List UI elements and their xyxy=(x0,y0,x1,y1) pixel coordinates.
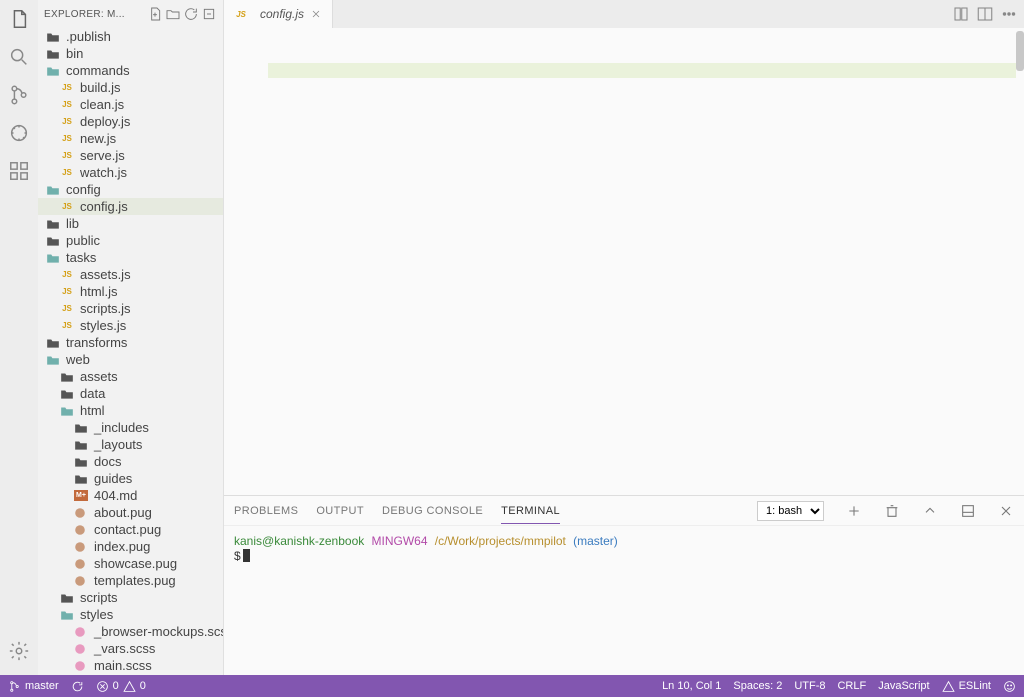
compare-changes-icon[interactable] xyxy=(952,5,970,23)
split-editor-icon[interactable] xyxy=(976,5,994,23)
tree-item-assets-js[interactable]: JSassets.js xyxy=(38,266,223,283)
explorer-header: EXPLORER: M... xyxy=(38,0,223,28)
terminal-cursor xyxy=(243,549,250,562)
tree-item-main-scss[interactable]: main.scss xyxy=(38,657,223,674)
tree-item-tasks[interactable]: tasks xyxy=(38,249,223,266)
tree-item-deploy-js[interactable]: JSdeploy.js xyxy=(38,113,223,130)
explorer-sidebar: EXPLORER: M... .publishbincommandsJSbuil… xyxy=(38,0,224,675)
tree-item--publish[interactable]: .publish xyxy=(38,28,223,45)
terminal-selector[interactable]: 1: bash xyxy=(757,501,824,521)
tab-output[interactable]: OUTPUT xyxy=(316,505,364,517)
new-file-icon[interactable] xyxy=(147,6,163,22)
tree-item-scripts[interactable]: scripts xyxy=(38,589,223,606)
tree-item-web[interactable]: web xyxy=(38,351,223,368)
warning-icon xyxy=(123,680,136,693)
line-gutter xyxy=(224,28,268,495)
panel-tabs: PROBLEMS OUTPUT DEBUG CONSOLE TERMINAL 1… xyxy=(224,496,1024,526)
editor-tabs: JS config.js xyxy=(224,0,1024,28)
files-icon[interactable] xyxy=(8,8,30,30)
tree-item-serve-js[interactable]: JSserve.js xyxy=(38,147,223,164)
tree-item-index-pug[interactable]: index.pug xyxy=(38,538,223,555)
tree-item-contact-pug[interactable]: contact.pug xyxy=(38,521,223,538)
tree-item--layouts[interactable]: _layouts xyxy=(38,436,223,453)
tree-item-new-js[interactable]: JSnew.js xyxy=(38,130,223,147)
tab-terminal[interactable]: TERMINAL xyxy=(501,505,560,524)
status-bar: master 0 0 Ln 10, Col 1 Spaces: 2 UTF-8 … xyxy=(0,675,1024,697)
maximize-panel-icon[interactable] xyxy=(922,503,938,519)
status-language[interactable]: JavaScript xyxy=(878,680,929,692)
status-sync[interactable] xyxy=(71,680,84,693)
sync-icon xyxy=(71,680,84,693)
explorer-title: EXPLORER: M... xyxy=(44,9,145,20)
tree-item-404-md[interactable]: M+404.md xyxy=(38,487,223,504)
highlighted-line xyxy=(268,63,1016,78)
tree-item-docs[interactable]: docs xyxy=(38,453,223,470)
tree-item-styles-js[interactable]: JSstyles.js xyxy=(38,317,223,334)
tree-item-bin[interactable]: bin xyxy=(38,45,223,62)
js-file-icon: JS xyxy=(234,8,248,20)
code-content[interactable] xyxy=(268,28,1024,495)
branch-icon xyxy=(8,680,21,693)
kill-terminal-icon[interactable] xyxy=(884,503,900,519)
tree-item-scripts-js[interactable]: JSscripts.js xyxy=(38,300,223,317)
tree-item--includes[interactable]: _includes xyxy=(38,419,223,436)
tree-item-transforms[interactable]: transforms xyxy=(38,334,223,351)
smiley-icon xyxy=(1003,680,1016,693)
tree-item-html[interactable]: html xyxy=(38,402,223,419)
source-control-icon[interactable] xyxy=(8,84,30,106)
status-branch[interactable]: master xyxy=(8,680,59,693)
tree-item-html-js[interactable]: JShtml.js xyxy=(38,283,223,300)
refresh-icon[interactable] xyxy=(183,6,199,22)
status-cursor-position[interactable]: Ln 10, Col 1 xyxy=(662,680,721,692)
new-folder-icon[interactable] xyxy=(165,6,181,22)
close-panel-icon[interactable] xyxy=(998,503,1014,519)
new-terminal-icon[interactable] xyxy=(846,503,862,519)
toggle-panel-icon[interactable] xyxy=(960,503,976,519)
status-indentation[interactable]: Spaces: 2 xyxy=(733,680,782,692)
warning-icon xyxy=(942,680,955,693)
tree-item-build-js[interactable]: JSbuild.js xyxy=(38,79,223,96)
tree-item-data[interactable]: data xyxy=(38,385,223,402)
tree-item-about-pug[interactable]: about.pug xyxy=(38,504,223,521)
tree-item-clean-js[interactable]: JSclean.js xyxy=(38,96,223,113)
more-actions-icon[interactable] xyxy=(1000,5,1018,23)
tree-item-showcase-pug[interactable]: showcase.pug xyxy=(38,555,223,572)
terminal-content[interactable]: kanis@kanishk-zenbook MINGW64 /c/Work/pr… xyxy=(224,526,1024,675)
tree-item--vars-scss[interactable]: _vars.scss xyxy=(38,640,223,657)
editor-area: JS config.js PROBLEMS OUTPUT DEBUG CONSO… xyxy=(224,0,1024,675)
status-eol[interactable]: CRLF xyxy=(837,680,866,692)
tree-item-templates-pug[interactable]: templates.pug xyxy=(38,572,223,589)
tree-item-styles[interactable]: styles xyxy=(38,606,223,623)
close-icon[interactable] xyxy=(310,8,322,20)
settings-gear-icon[interactable] xyxy=(8,640,30,662)
search-icon[interactable] xyxy=(8,46,30,68)
tab-problems[interactable]: PROBLEMS xyxy=(234,505,298,517)
tree-item--browser-mockups-scss[interactable]: _browser-mockups.scss xyxy=(38,623,223,640)
error-icon xyxy=(96,680,109,693)
code-editor[interactable] xyxy=(224,28,1024,495)
tree-item-commands[interactable]: commands xyxy=(38,62,223,79)
file-tree[interactable]: .publishbincommandsJSbuild.jsJSclean.jsJ… xyxy=(38,28,223,675)
tree-item-config-js[interactable]: JSconfig.js xyxy=(38,198,223,215)
tab-config-js[interactable]: JS config.js xyxy=(224,0,333,28)
status-feedback[interactable] xyxy=(1003,680,1016,693)
collapse-all-icon[interactable] xyxy=(201,6,217,22)
activity-bar xyxy=(0,0,38,675)
status-problems[interactable]: 0 0 xyxy=(96,680,146,693)
debug-icon[interactable] xyxy=(8,122,30,144)
tree-item-lib[interactable]: lib xyxy=(38,215,223,232)
tree-item-assets[interactable]: assets xyxy=(38,368,223,385)
editor-scrollbar[interactable] xyxy=(1016,28,1024,495)
tab-label: config.js xyxy=(260,7,304,21)
status-encoding[interactable]: UTF-8 xyxy=(794,680,825,692)
tree-item-public[interactable]: public xyxy=(38,232,223,249)
tree-item-guides[interactable]: guides xyxy=(38,470,223,487)
tab-debug-console[interactable]: DEBUG CONSOLE xyxy=(382,505,483,517)
extensions-icon[interactable] xyxy=(8,160,30,182)
bottom-panel: PROBLEMS OUTPUT DEBUG CONSOLE TERMINAL 1… xyxy=(224,495,1024,675)
tree-item-watch-js[interactable]: JSwatch.js xyxy=(38,164,223,181)
status-eslint[interactable]: ESLint xyxy=(942,680,991,693)
tree-item-config[interactable]: config xyxy=(38,181,223,198)
